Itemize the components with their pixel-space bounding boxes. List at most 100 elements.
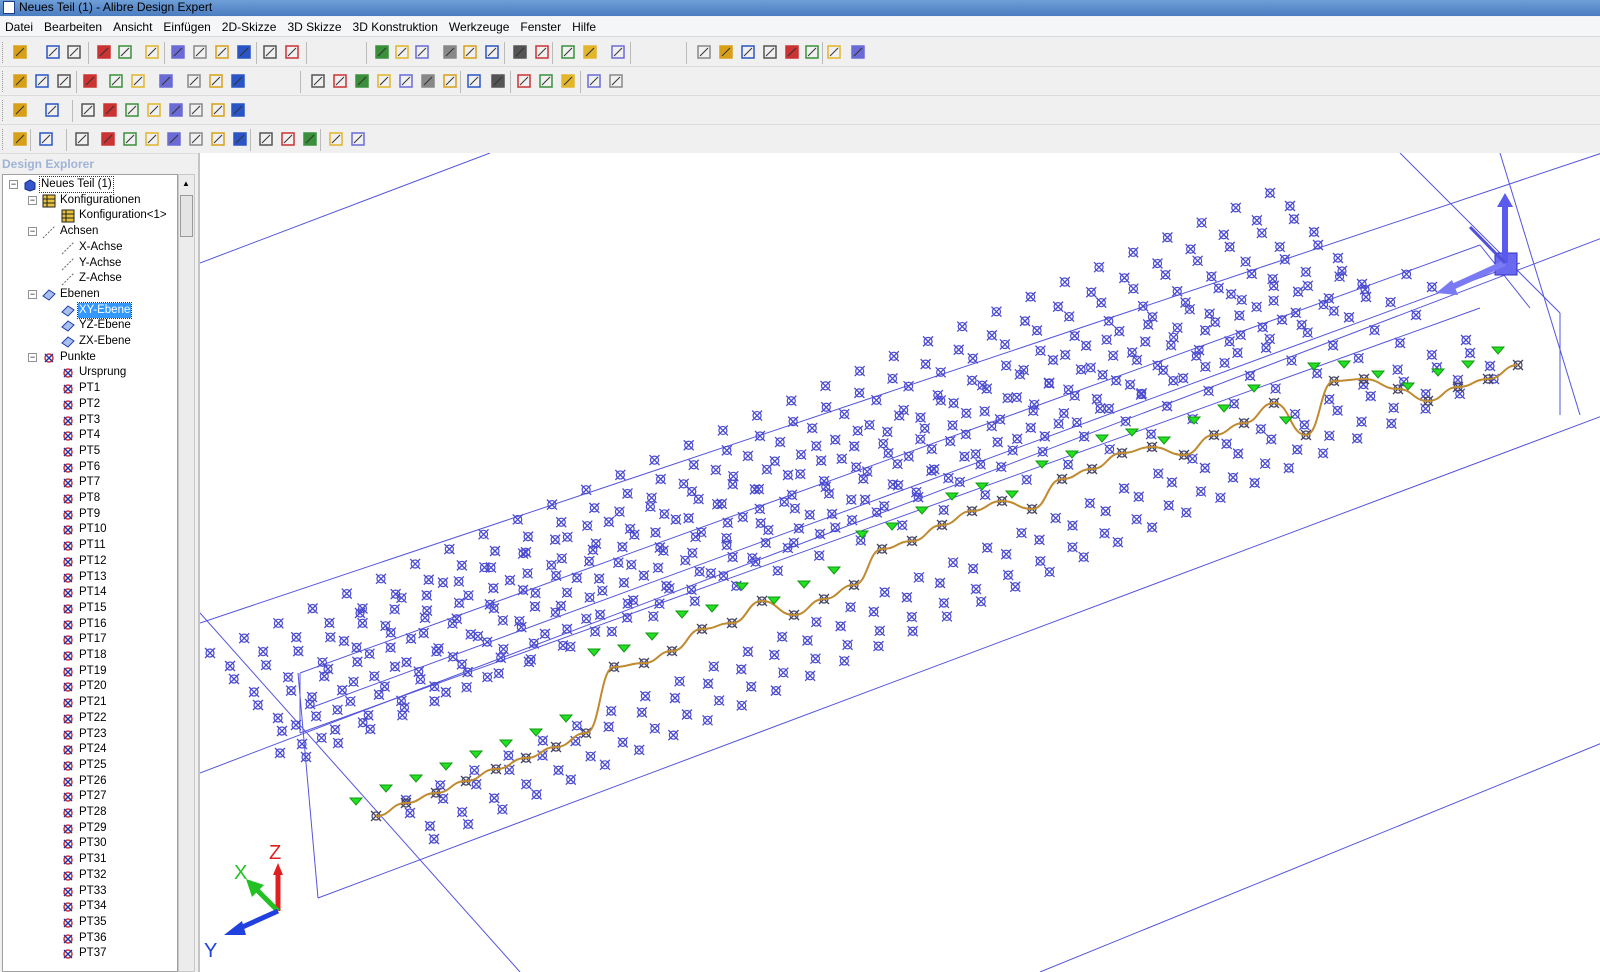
collapse-toggle[interactable]: −	[28, 289, 37, 299]
3d-arc-icon[interactable]	[144, 131, 160, 147]
3d-intersect-icon[interactable]	[350, 131, 366, 147]
tree-item-point[interactable]: PT19	[3, 664, 177, 680]
tree-item-plane[interactable]: XY-Ebene	[3, 301, 177, 319]
tree-item-point[interactable]: PT15	[3, 601, 177, 617]
table-icon[interactable]	[784, 44, 800, 60]
tree-item-point[interactable]: PT32	[3, 868, 177, 884]
save-icon[interactable]	[66, 44, 82, 60]
tree-item-point[interactable]: PT28	[3, 805, 177, 821]
next-view-icon[interactable]	[534, 44, 550, 60]
view-triad-manipulator[interactable]	[1436, 193, 1518, 295]
select-icon[interactable]	[374, 44, 390, 60]
chamfer-icon[interactable]	[490, 73, 506, 89]
tree-item-point[interactable]: PT25	[3, 758, 177, 774]
scroll-up-icon[interactable]: ▲	[182, 179, 190, 188]
collapse-toggle[interactable]: −	[28, 195, 37, 205]
zoom-in-icon[interactable]	[442, 44, 458, 60]
toolbar-grip[interactable]	[2, 100, 5, 121]
grid-icon[interactable]	[230, 73, 246, 89]
tree-item-point[interactable]: PT4	[3, 428, 177, 444]
pattern-icon[interactable]	[538, 73, 554, 89]
tree-item-point[interactable]: PT16	[3, 617, 177, 633]
tree-item-point[interactable]: PT36	[3, 931, 177, 947]
analysis-icon[interactable]	[826, 44, 842, 60]
feature-icon[interactable]	[108, 73, 124, 89]
tree-item-planes[interactable]: − Ebenen	[3, 287, 177, 303]
collapse-toggle[interactable]: −	[9, 180, 18, 189]
tree-item-point[interactable]: PT5	[3, 444, 177, 460]
menu-einfuegen[interactable]: Einfügen	[158, 17, 216, 34]
tree-item-point[interactable]: PT34	[3, 899, 177, 915]
tree-item-point[interactable]: PT35	[3, 915, 177, 931]
menu-2d-skizze[interactable]: 2D-Skizze	[217, 17, 283, 34]
zoom-window-icon[interactable]	[462, 44, 478, 60]
tree-item-point[interactable]: PT22	[3, 711, 177, 727]
tree-item-points[interactable]: − Punkte	[3, 350, 177, 366]
toolbar-grip[interactable]	[2, 129, 5, 150]
constraint-icon[interactable]	[188, 102, 204, 118]
constraint-icon[interactable]	[80, 102, 96, 118]
triad-z-handle[interactable]	[1497, 193, 1513, 207]
revolve-icon[interactable]	[354, 73, 370, 89]
toolbar-grip[interactable]	[2, 71, 5, 92]
tree-item-point[interactable]: PT29	[3, 821, 177, 837]
grid-icon[interactable]	[208, 73, 224, 89]
plane-icon[interactable]	[696, 44, 712, 60]
zoom-fit-icon[interactable]	[484, 44, 500, 60]
menu-3d-konstruktion[interactable]: 3D Konstruktion	[348, 17, 444, 34]
tree-item-axis[interactable]: X-Achse	[3, 240, 177, 256]
3d-point-icon[interactable]	[122, 131, 138, 147]
menu-werkzeuge[interactable]: Werkzeuge	[444, 17, 515, 34]
menu-bearbeiten[interactable]: Bearbeiten	[39, 17, 108, 34]
feature-icon[interactable]	[130, 73, 146, 89]
extrude-icon[interactable]	[310, 73, 326, 89]
tree-item-point[interactable]: PT9	[3, 507, 177, 523]
feature-icon[interactable]	[158, 73, 174, 89]
3d-sketch-icon[interactable]	[12, 131, 28, 147]
feature-icon[interactable]	[56, 73, 72, 89]
tree-item-point[interactable]: PT2	[3, 397, 177, 413]
paste-icon[interactable]	[214, 44, 230, 60]
tree-item-axis[interactable]: Y-Achse	[3, 256, 177, 272]
collapse-toggle[interactable]: −	[28, 227, 37, 237]
open-icon[interactable]	[45, 44, 61, 60]
thicken-icon[interactable]	[608, 73, 624, 89]
feature-icon[interactable]	[12, 73, 28, 89]
tree-item-point[interactable]: PT37	[3, 946, 177, 962]
tree-item-point[interactable]: PT33	[3, 884, 177, 900]
sweep-icon[interactable]	[442, 73, 458, 89]
tree-item-point[interactable]: PT17	[3, 632, 177, 648]
toolbar-grip[interactable]	[2, 42, 5, 63]
tree-item-point[interactable]: PT20	[3, 679, 177, 695]
tree-item-point[interactable]: PT27	[3, 789, 177, 805]
tree-item-point[interactable]: Ursprung	[3, 365, 177, 381]
pan-icon[interactable]	[394, 44, 410, 60]
redo-icon[interactable]	[284, 44, 300, 60]
split-icon[interactable]	[586, 73, 602, 89]
tree-item-point[interactable]: PT30	[3, 836, 177, 852]
measure-icon[interactable]	[560, 44, 576, 60]
delete-icon[interactable]	[236, 44, 252, 60]
loft-icon[interactable]	[420, 73, 436, 89]
tree-item-point[interactable]: PT24	[3, 742, 177, 758]
tree-item-configurations[interactable]: − Konfigurationen	[3, 193, 177, 209]
axis-icon[interactable]	[718, 44, 734, 60]
tree-item-point[interactable]: PT14	[3, 585, 177, 601]
3d-spline-icon[interactable]	[100, 131, 116, 147]
constraint-icon[interactable]	[102, 102, 118, 118]
sketch-icon[interactable]	[582, 44, 598, 60]
tree-item-point[interactable]: PT6	[3, 460, 177, 476]
shell-icon[interactable]	[398, 73, 414, 89]
tree-item-plane[interactable]: ZX-Ebene	[3, 334, 177, 350]
tree-item-point[interactable]: PT21	[3, 695, 177, 711]
cut-icon[interactable]	[332, 73, 348, 89]
3d-line-icon[interactable]	[74, 131, 90, 147]
3d-viewport[interactable]: ZX Y	[198, 153, 1600, 972]
new-icon[interactable]	[12, 44, 28, 60]
tree-item-point[interactable]: PT31	[3, 852, 177, 868]
tree-item-point[interactable]: PT10	[3, 522, 177, 538]
3d-fillet-icon[interactable]	[166, 131, 182, 147]
undo-icon[interactable]	[262, 44, 278, 60]
tree-item-axis[interactable]: Z-Achse	[3, 271, 177, 287]
tree-item-point[interactable]: PT11	[3, 538, 177, 554]
